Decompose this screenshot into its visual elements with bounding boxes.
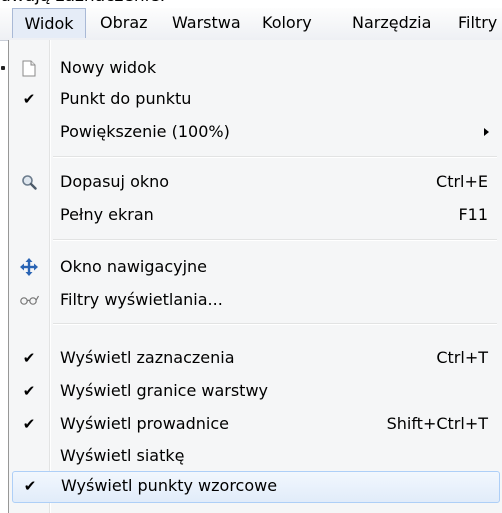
- menu-item-fullscreen[interactable]: Pełny ekran F11: [9, 200, 501, 230]
- menu-item-show-grid[interactable]: Wyświetl siatkę: [9, 441, 501, 471]
- menu-item-label: Pełny ekran: [60, 205, 154, 224]
- menu-item-label: Wyświetl punkty wzorcowe: [61, 476, 278, 495]
- menu-item-shortcut: Shift+Ctrl+T: [386, 414, 488, 433]
- glasses-icon: [19, 291, 39, 309]
- menu-item-label: Filtry wyświetlania...: [60, 290, 223, 309]
- menu-item-shortcut: Ctrl+T: [436, 348, 488, 367]
- menu-item-label: Wyświetl prowadnice: [60, 414, 229, 433]
- bullet-dot: [1, 66, 5, 70]
- menu-item-zoom[interactable]: Powiększenie (100%): [9, 117, 501, 147]
- menubar-item-narzedzia[interactable]: Narzędzia: [352, 8, 431, 38]
- menu-item-show-layer-boundary[interactable]: ✔ Wyświetl granice warstwy: [9, 376, 501, 406]
- menu-item-label: Wyświetl granice warstwy: [60, 381, 269, 400]
- menu-item-label: Dopasuj okno: [60, 172, 170, 191]
- widok-dropdown-menu: Nowy widok ✔ Punkt do punktu Powiększeni…: [8, 40, 502, 513]
- checkmark-icon: ✔: [23, 477, 37, 495]
- menu-bar: Widok Obraz Warstwa Kolory Narzędzia Fil…: [0, 8, 502, 41]
- checkmark-icon: ✔: [22, 349, 36, 367]
- navigate-icon: [19, 258, 39, 276]
- menu-item-show-guides[interactable]: ✔ Wyświetl prowadnice Shift+Ctrl+T: [9, 409, 501, 439]
- menu-item-label: Wyświetl zaznaczenia: [60, 348, 235, 367]
- menubar-item-warstwa[interactable]: Warstwa: [172, 8, 241, 38]
- submenu-arrow-icon: [484, 128, 489, 136]
- menu-item-show-selection[interactable]: ✔ Wyświetl zaznaczenia Ctrl+T: [9, 343, 501, 373]
- menu-item-label: Wyświetl siatkę: [60, 446, 185, 465]
- menu-separator: [53, 323, 497, 325]
- menubar-item-widok[interactable]: Widok: [12, 8, 86, 38]
- menubar-item-filtry[interactable]: Filtry: [458, 8, 497, 38]
- menu-separator: [53, 156, 497, 158]
- checkmark-icon: ✔: [22, 90, 36, 108]
- menu-item-shortcut: F11: [458, 205, 488, 224]
- checkmark-icon: ✔: [22, 415, 36, 433]
- background-text-fragment: dwają zaznaczenie.: [0, 0, 165, 8]
- menubar-item-kolory[interactable]: Kolory: [262, 8, 312, 38]
- new-document-icon: [19, 59, 39, 77]
- menu-item-show-sample-points[interactable]: ✔ Wyświetl punkty wzorcowe: [12, 471, 500, 503]
- menu-item-label: Powiększenie (100%): [60, 122, 230, 141]
- menubar-item-obraz[interactable]: Obraz: [100, 8, 148, 38]
- menu-item-navigation-window[interactable]: Okno nawigacyjne: [9, 252, 501, 282]
- menu-item-label: Nowy widok: [60, 58, 157, 77]
- menu-item-shortcut: Ctrl+E: [436, 172, 488, 191]
- checkmark-icon: ✔: [22, 382, 36, 400]
- menu-item-display-filters[interactable]: Filtry wyświetlania...: [9, 285, 501, 315]
- menu-item-label: Punkt do punktu: [60, 89, 192, 108]
- menu-item-dot-for-dot[interactable]: ✔ Punkt do punktu: [9, 84, 501, 114]
- menu-item-fit-window[interactable]: Dopasuj okno Ctrl+E: [9, 167, 501, 197]
- menu-item-new-view[interactable]: Nowy widok: [9, 53, 501, 83]
- zoom-icon: [19, 173, 39, 191]
- menu-separator: [53, 239, 497, 241]
- menu-item-label: Okno nawigacyjne: [60, 257, 208, 276]
